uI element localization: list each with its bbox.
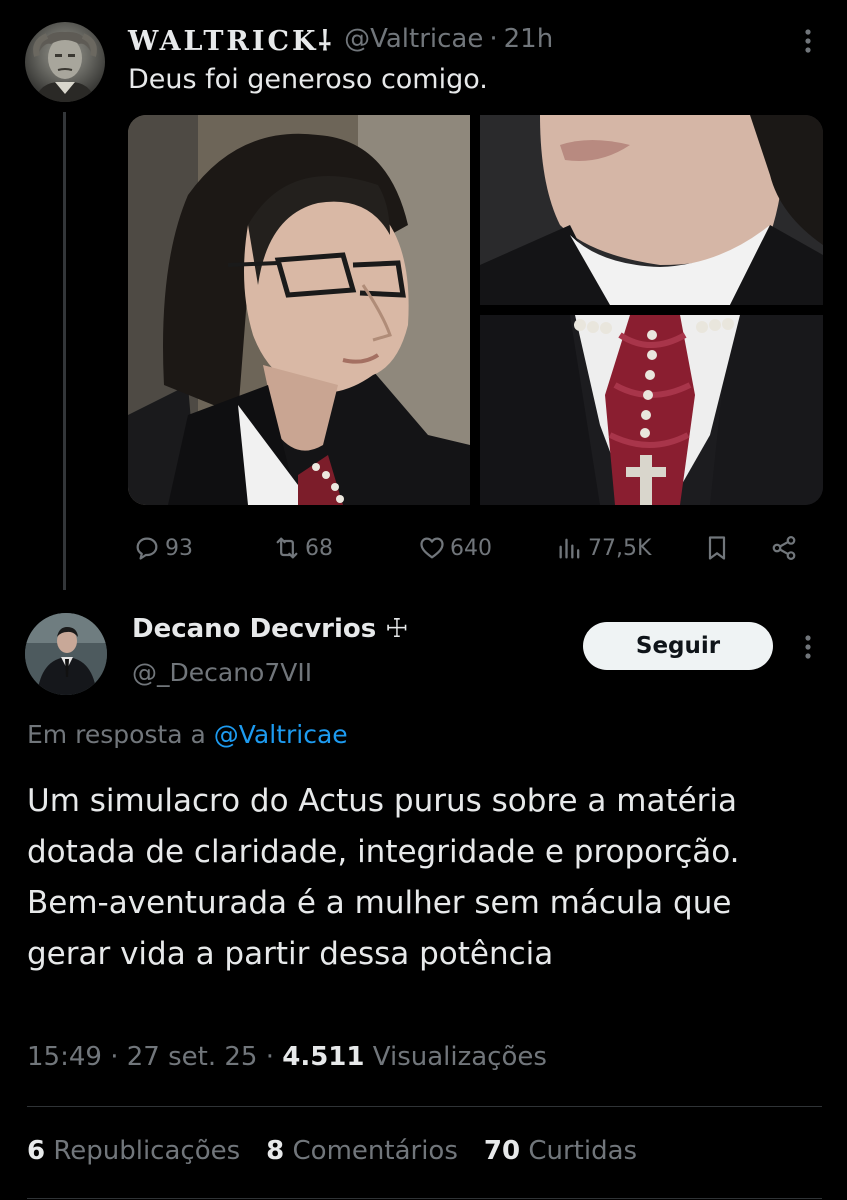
tweet-header: WALTRICK⸸ @Valtricae · 21h xyxy=(128,21,554,58)
engagement-stats: 6 Republicações 8 Comentários 70 Curtida… xyxy=(27,1136,663,1166)
reply-action[interactable]: 93 xyxy=(133,528,193,568)
more-vertical-icon[interactable] xyxy=(798,632,818,662)
follow-button[interactable]: Seguir xyxy=(583,622,773,670)
reposts-stat[interactable]: 6 Republicações xyxy=(27,1136,240,1166)
tweet-text: Deus foi generoso comigo. xyxy=(128,64,488,95)
repost-action[interactable]: 68 xyxy=(273,528,333,568)
separator-dot: · xyxy=(489,24,498,54)
tweet-date[interactable]: 27 set. 25 xyxy=(127,1042,258,1072)
reposts-count: 6 xyxy=(27,1136,46,1166)
heart-icon xyxy=(420,537,444,559)
divider xyxy=(27,1106,822,1107)
reply-prefix: Em resposta a xyxy=(27,720,206,749)
comments-label: Comentários xyxy=(292,1136,458,1166)
author-handle[interactable]: @Valtricae xyxy=(344,24,483,54)
views-action[interactable]: 77,5K xyxy=(556,528,651,568)
likes-count: 70 xyxy=(483,1136,521,1166)
repost-count: 68 xyxy=(305,535,333,561)
views-label: Visualizações xyxy=(372,1042,547,1072)
tweet-metadata: 15:49 · 27 set. 25 · 4.511 Visualizações xyxy=(27,1042,547,1072)
more-vertical-icon[interactable] xyxy=(798,26,818,56)
views-count: 4.511 xyxy=(282,1042,365,1072)
portrait-image xyxy=(25,613,107,695)
reply-count: 93 xyxy=(165,535,193,561)
divider xyxy=(27,1198,822,1199)
reply-author-handle[interactable]: @_Decano7VII xyxy=(132,658,312,687)
reposts-label: Republicações xyxy=(53,1136,241,1166)
photo-3[interactable] xyxy=(480,315,823,505)
comments-count: 8 xyxy=(266,1136,285,1166)
separator-dot: · xyxy=(110,1042,119,1072)
separator-dot: · xyxy=(265,1042,274,1072)
like-action[interactable]: 640 xyxy=(418,528,492,568)
share-icon xyxy=(772,536,796,560)
photo-2[interactable] xyxy=(480,115,823,305)
bar-chart-icon xyxy=(559,538,580,559)
reply-context: Em resposta a @Valtricae xyxy=(27,720,348,749)
bookmark-action[interactable] xyxy=(703,528,735,568)
like-count: 640 xyxy=(450,535,492,561)
author-display-name[interactable]: WALTRICK⸸ xyxy=(128,21,334,58)
share-action[interactable] xyxy=(770,528,802,568)
reply-mention-link[interactable]: @Valtricae xyxy=(214,720,348,749)
bookmark-icon xyxy=(708,536,726,560)
photo-1[interactable] xyxy=(128,115,470,505)
likes-stat[interactable]: 70 Curtidas xyxy=(484,1136,637,1166)
tweet-time[interactable]: 21h xyxy=(504,24,554,54)
speech-bubble-icon xyxy=(136,537,158,560)
reply-author-display-name[interactable]: Decano Decvrios ☩ xyxy=(132,614,409,644)
likes-label: Curtidas xyxy=(528,1136,638,1166)
comments-stat[interactable]: 8 Comentários xyxy=(266,1136,458,1166)
tweet-actions: 93 68 640 77,5K xyxy=(128,528,823,568)
reply-tweet-text: Um simulacro do Actus purus sobre a maté… xyxy=(27,783,740,972)
media-grid xyxy=(128,115,823,505)
reply-author-avatar[interactable] xyxy=(25,613,107,695)
views-count: 77,5K xyxy=(588,535,652,561)
author-avatar[interactable] xyxy=(25,22,105,102)
portrait-image xyxy=(33,31,97,102)
repost-arrows-icon xyxy=(276,537,298,559)
thread-connector-line xyxy=(63,112,66,590)
tweet-time[interactable]: 15:49 xyxy=(27,1042,102,1072)
